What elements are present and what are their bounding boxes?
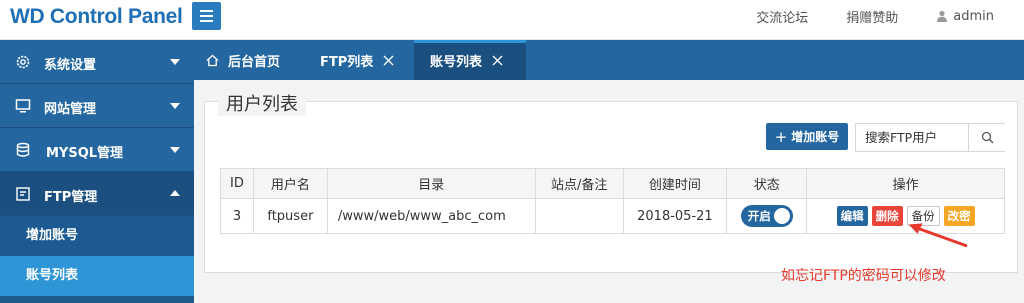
chevron-down-icon (170, 147, 180, 153)
toggle-knob (773, 208, 790, 224)
add-account-button[interactable]: + 增加账号 (766, 123, 848, 150)
status-label: 开启 (747, 209, 771, 223)
chevron-down-icon (170, 59, 180, 65)
user-icon (937, 10, 948, 22)
chevron-up-icon (170, 190, 180, 196)
page-title: 用户列表 (218, 90, 306, 116)
cell-created: 2018-05-21 (622, 198, 728, 234)
tab-label: 账号列表 (430, 54, 483, 70)
user-table: ID 用户名 目录 站点/备注 创建时间 状态 操作 3 ftpuser /ww… (220, 168, 1005, 234)
sidebar-item-label: FTP管理 (44, 190, 98, 205)
plus-icon: + (774, 127, 788, 146)
user-menu[interactable]: admin (936, 9, 994, 24)
top-bar: WD Control Panel 交流论坛 捐赠赞助 admin (0, 0, 1024, 40)
cell-directory: /www/web/www_abc_com (326, 198, 536, 234)
search-input[interactable] (856, 124, 969, 151)
sidebar-item-label: MYSQL管理 (46, 146, 124, 161)
search-icon (981, 131, 994, 144)
delete-button[interactable]: 删除 (871, 206, 903, 226)
tab-home[interactable]: 后台首页 (206, 40, 280, 80)
ftp-icon (16, 187, 30, 201)
top-links: 交流论坛 捐赠赞助 admin (756, 0, 1024, 32)
tab-account-list[interactable]: 账号列表 (414, 40, 526, 80)
column-header: 站点/备注 (534, 168, 624, 199)
sidebar-item-label: 系统设置 (44, 58, 97, 73)
home-icon (206, 54, 219, 66)
edit-button[interactable]: 编辑 (836, 206, 868, 226)
column-header: 目录 (326, 168, 536, 199)
tab-label: 后台首页 (228, 54, 281, 70)
sidebar-item-system-settings[interactable]: 系统设置 (0, 40, 194, 84)
table-header-row: ID 用户名 目录 站点/备注 创建时间 状态 操作 (220, 168, 1005, 199)
annotation-arrow-icon (908, 223, 968, 248)
sidebar-subitem-account-list[interactable]: 账号列表 (0, 256, 194, 296)
close-icon[interactable] (492, 55, 503, 66)
cell-id: 3 (220, 198, 254, 234)
sidebar-item-mysql[interactable]: MYSQL管理 (0, 128, 194, 172)
brand-logo[interactable]: WD Control Panel (10, 5, 183, 29)
cell-username: ftpuser (252, 198, 328, 234)
sidebar-subitem-add-account[interactable]: 增加账号 (0, 216, 194, 256)
menu-toggle-button[interactable] (192, 2, 221, 30)
column-header: 用户名 (252, 168, 328, 199)
gear-icon (16, 55, 30, 69)
table-row: 3 ftpuser /www/web/www_abc_com 2018-05-2… (220, 198, 1005, 234)
column-header: 操作 (806, 168, 1005, 199)
tab-bar: 后台首页 FTP列表 账号列表 (194, 40, 1024, 80)
sidebar-item-website[interactable]: 网站管理 (0, 84, 194, 128)
donate-link[interactable]: 捐赠赞助 (846, 7, 898, 26)
search-button[interactable] (970, 124, 1005, 151)
add-account-label: 增加账号 (791, 130, 840, 144)
forum-link[interactable]: 交流论坛 (756, 7, 808, 26)
tab-ftp-list[interactable]: FTP列表 (320, 40, 394, 80)
search-box (855, 123, 1005, 152)
cell-site-note (534, 198, 624, 234)
close-icon[interactable] (383, 55, 394, 66)
annotation-note: 如忘记FTP的密码可以修改 (781, 268, 946, 284)
cell-status: 开启 (726, 198, 808, 234)
database-icon (16, 142, 30, 157)
username-label: admin (953, 8, 994, 24)
tab-label: FTP列表 (320, 54, 374, 70)
sidebar-item-ftp[interactable]: FTP管理 (0, 172, 194, 216)
monitor-icon (15, 99, 31, 113)
sidebar-item-label: 网站管理 (44, 102, 97, 117)
column-header: 创建时间 (622, 168, 728, 199)
status-toggle[interactable]: 开启 (740, 205, 793, 227)
chevron-down-icon (170, 103, 180, 109)
sidebar: 系统设置 网站管理 MYSQL管理 FTP管理 增加账号 账号列表 (0, 40, 194, 303)
column-header: 状态 (726, 168, 808, 199)
column-header: ID (220, 168, 254, 199)
